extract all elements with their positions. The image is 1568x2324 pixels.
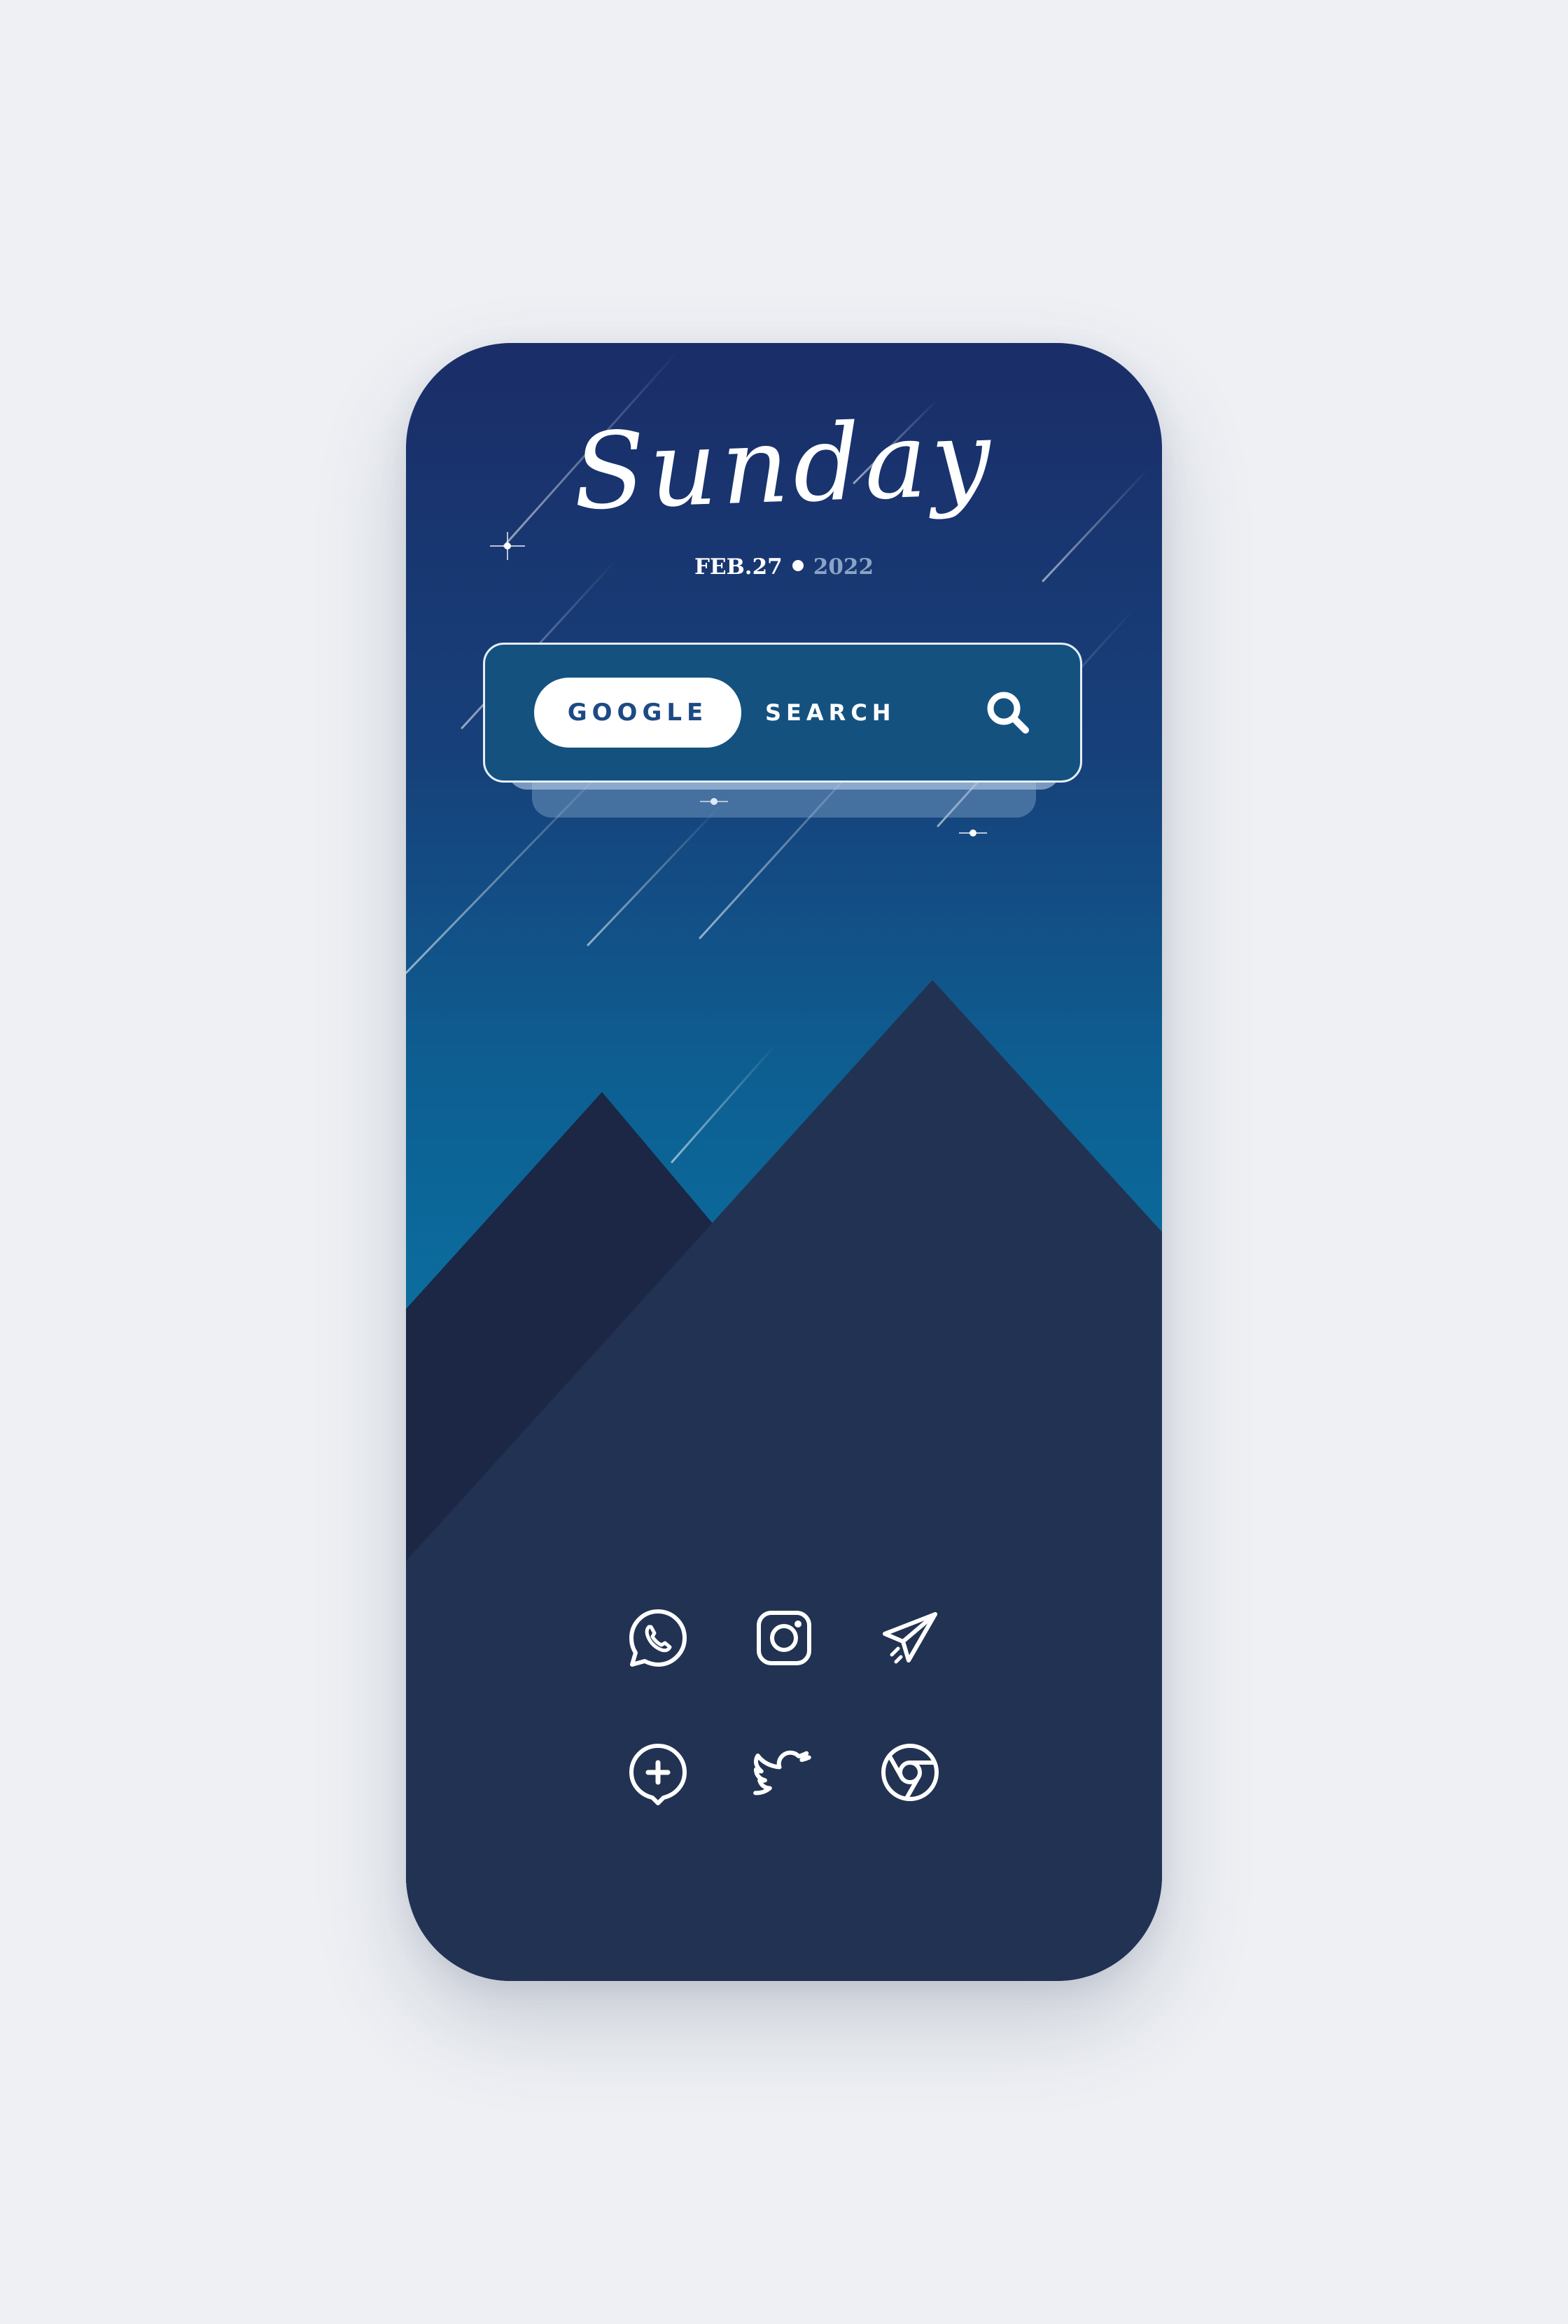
twitter-icon[interactable] <box>749 1737 819 1807</box>
search-label[interactable]: SEARCH <box>765 678 896 748</box>
google-label-pill[interactable]: GOOGLE <box>534 678 741 748</box>
chrome-icon[interactable] <box>875 1737 945 1807</box>
app-messages[interactable] <box>623 1737 693 1807</box>
chat-plus-icon[interactable] <box>623 1737 693 1807</box>
app-chrome[interactable] <box>875 1737 945 1807</box>
telegram-icon[interactable] <box>875 1603 945 1673</box>
date-separator-dot <box>792 559 804 571</box>
search-icon[interactable] <box>983 688 1032 737</box>
mountain-wallpaper <box>406 349 1162 1981</box>
google-search-widget[interactable]: GOOGLE SEARCH <box>483 643 1082 783</box>
page-background: Sunday FEB.27 2022 GOOGLE SEARCH <box>0 0 1568 2324</box>
app-twitter[interactable] <box>749 1737 819 1807</box>
app-whatsapp[interactable] <box>623 1603 693 1673</box>
whatsapp-icon[interactable] <box>623 1603 693 1673</box>
instagram-icon[interactable] <box>749 1603 819 1673</box>
phone-home-screen: Sunday FEB.27 2022 GOOGLE SEARCH <box>406 343 1162 1981</box>
date-label: FEB.27 <box>694 554 783 580</box>
app-telegram[interactable] <box>875 1603 945 1673</box>
year-label: 2022 <box>813 554 874 580</box>
mountain-front <box>406 980 1162 1981</box>
date-row: FEB.27 2022 <box>406 554 1162 580</box>
app-instagram[interactable] <box>749 1603 819 1673</box>
